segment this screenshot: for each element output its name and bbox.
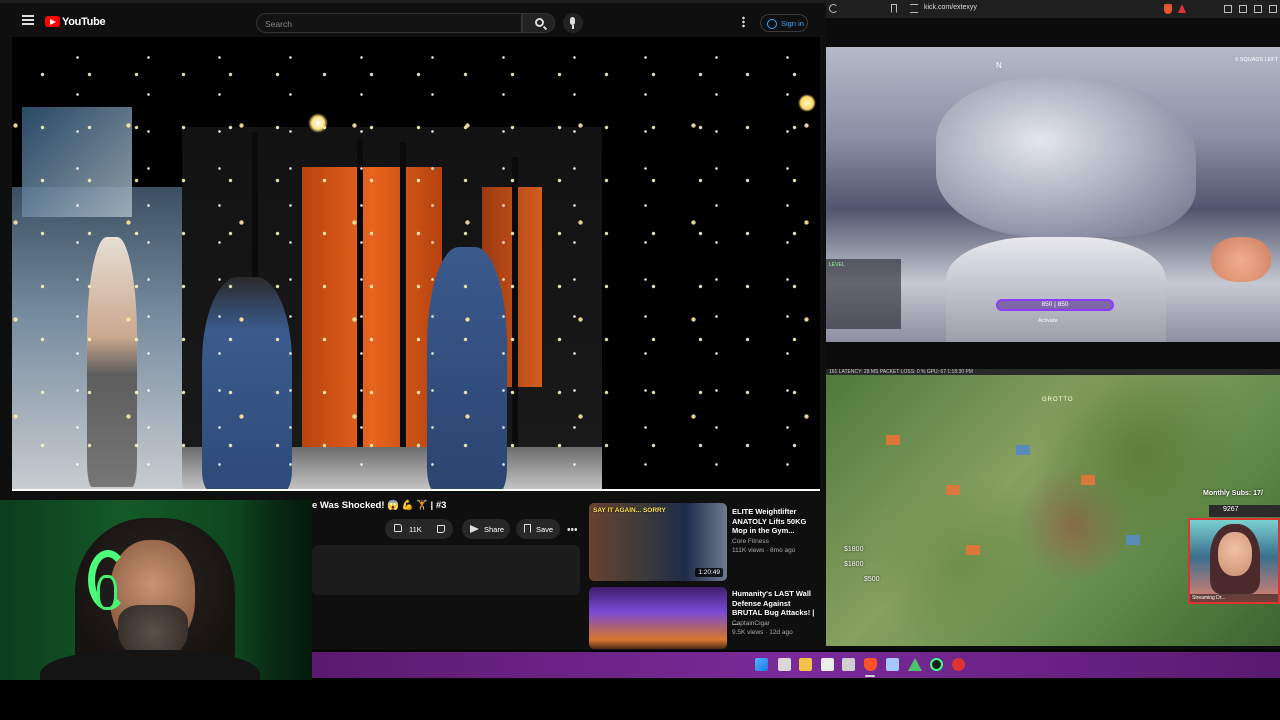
- squad-panel: LEVEL: [826, 259, 901, 329]
- description-box[interactable]: [312, 545, 580, 595]
- video-title: e Was Shocked! 😱 💪 🏋 | #3: [312, 500, 447, 511]
- hand-cam: [1211, 237, 1271, 282]
- account-icon: [767, 18, 777, 29]
- more-options-icon[interactable]: [742, 16, 745, 28]
- kick-browser-window: kick.com/extexyy N 6 SQUADS LEFT 850 | 8…: [826, 0, 1280, 650]
- thumbnail-caption: SAY IT AGAIN... SORRY: [593, 507, 666, 514]
- host-shirt: [40, 650, 260, 680]
- chrome-icon[interactable]: [952, 658, 965, 671]
- monthly-subs-label: Monthly Subs: 17/: [1203, 490, 1263, 497]
- task-view-icon[interactable]: [778, 658, 791, 671]
- house-roof: [966, 545, 980, 555]
- taskbar: [312, 652, 1280, 678]
- sparkle-overlay: [12, 37, 820, 489]
- menu-icon[interactable]: [22, 15, 34, 25]
- bookmark-icon: [524, 524, 531, 533]
- recommended-thumbnail[interactable]: SAY IT AGAIN... SORRY 1:20:49: [589, 503, 727, 581]
- money-value: $1800: [844, 561, 864, 568]
- streamer-webcam: Streaming Dr...: [1188, 518, 1280, 604]
- weapon-model: [946, 237, 1166, 342]
- share-label: Share: [484, 524, 505, 534]
- windows-start-icon[interactable]: [755, 658, 768, 671]
- house-roof: [1016, 445, 1030, 455]
- bookmark-icon[interactable]: [891, 4, 897, 13]
- money-value: $1800: [844, 546, 864, 553]
- compass: N: [996, 61, 1006, 70]
- streamer-face: [1218, 532, 1252, 576]
- youtube-brand[interactable]: YouTube: [62, 16, 106, 28]
- reload-icon[interactable]: [829, 4, 838, 13]
- thumbs-up-icon: [394, 524, 402, 532]
- sparkle: [308, 113, 328, 133]
- location-label: GROTTO: [1042, 397, 1074, 403]
- recommended-meta: 9.5K views · 12d ago: [732, 629, 793, 636]
- sign-in-label: Sign in: [781, 19, 804, 28]
- recommended-title[interactable]: ELITE Weightlifter ANATOLY Lifts 50KG Mo…: [732, 507, 818, 536]
- shield-bar: 850 | 850: [996, 299, 1114, 311]
- video-player[interactable]: [12, 37, 820, 491]
- search-icon: [535, 18, 544, 27]
- squads-left: 6 SQUADS LEFT: [1235, 57, 1278, 63]
- snow-rock: [936, 77, 1196, 237]
- level-label: LEVEL: [829, 262, 845, 268]
- activate-label: Activate: [1038, 318, 1058, 324]
- site-settings-icon[interactable]: [910, 4, 918, 13]
- share-button[interactable]: Share: [462, 519, 510, 539]
- webcam-caption: Streaming Dr...: [1190, 594, 1278, 602]
- razer-icon[interactable]: [930, 658, 943, 671]
- like-button[interactable]: 11K: [385, 519, 453, 539]
- duration-badge: 1:20:49: [695, 568, 723, 577]
- save-button[interactable]: Save: [516, 519, 560, 539]
- active-indicator: [865, 675, 875, 677]
- house-roof: [886, 435, 900, 445]
- url-field[interactable]: kick.com/extexyy: [924, 4, 977, 11]
- brave-browser-icon[interactable]: [864, 658, 877, 671]
- house-roof: [1081, 475, 1095, 485]
- share-icon: [470, 525, 479, 533]
- house-roof: [1126, 535, 1140, 545]
- notepad-icon[interactable]: [821, 658, 834, 671]
- ellipsis-icon: [567, 528, 577, 531]
- rewards-icon[interactable]: [1178, 4, 1186, 13]
- host-webcam: [0, 500, 312, 680]
- file-explorer-icon[interactable]: [799, 658, 812, 671]
- search-button[interactable]: [522, 13, 555, 33]
- youtube-logo-icon[interactable]: [45, 16, 60, 27]
- extensions-icon[interactable]: [1224, 5, 1232, 13]
- youtube-header: YouTube Search Sign in: [0, 0, 826, 37]
- search-input[interactable]: Search: [256, 13, 522, 33]
- headset-earcup: [97, 575, 117, 610]
- store-icon[interactable]: [842, 658, 855, 671]
- recommended-thumbnail[interactable]: [589, 587, 727, 649]
- stream-video-top[interactable]: N 6 SQUADS LEFT 850 | 850 Activate LEVEL: [826, 47, 1280, 342]
- subs-count: 9267: [1209, 505, 1280, 517]
- sidebar-icon[interactable]: [1239, 5, 1247, 13]
- shield-value: 850 | 850: [1041, 301, 1069, 308]
- sparkle: [798, 94, 816, 112]
- more-actions-button[interactable]: [564, 519, 578, 539]
- recommended-channel[interactable]: CaptainCigar: [732, 620, 822, 627]
- recommended-channel[interactable]: Core Fitness: [732, 538, 822, 545]
- save-label: Save: [536, 524, 554, 534]
- background-shadow: [240, 500, 312, 680]
- brave-shield-icon[interactable]: [1164, 4, 1172, 14]
- address-bar: kick.com/extexyy: [826, 0, 1280, 18]
- thumbs-down-icon[interactable]: [437, 525, 445, 533]
- calendar-icon[interactable]: [886, 658, 899, 671]
- like-count: 11K: [409, 524, 422, 534]
- app-a-icon[interactable]: [908, 658, 922, 671]
- house-roof: [946, 485, 960, 495]
- microphone-icon[interactable]: [563, 13, 583, 33]
- recommended-meta: 111K views · 8mo ago: [732, 547, 796, 554]
- money-value: $500: [864, 576, 880, 583]
- money-list: $1800 $1800 $500: [844, 545, 880, 584]
- sign-in-button[interactable]: Sign in: [760, 14, 808, 32]
- wallet-icon[interactable]: [1254, 5, 1262, 13]
- profile-icon[interactable]: [1269, 5, 1277, 13]
